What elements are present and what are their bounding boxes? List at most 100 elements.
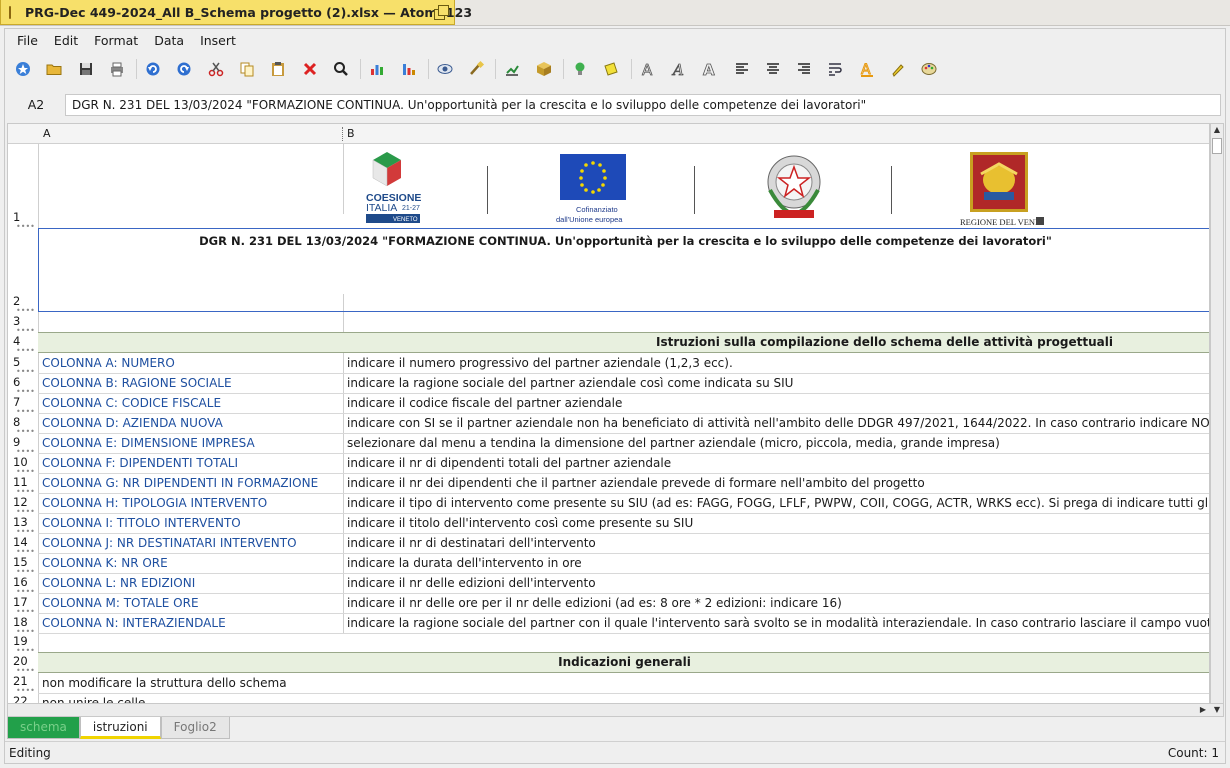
row-header-15[interactable]: 15 •••• — [8, 555, 38, 576]
tag-icon[interactable] — [599, 57, 623, 81]
row-header-18[interactable]: 18 •••• — [8, 615, 38, 636]
row-header-7[interactable]: 7 •••• — [8, 395, 38, 416]
cell-b16[interactable]: indicare il nr delle edizioni dell'inter… — [344, 573, 1209, 593]
tab-istruzioni[interactable]: istruzioni — [79, 717, 161, 739]
tab-schema[interactable]: schema — [7, 717, 80, 739]
redo-icon[interactable] — [172, 57, 196, 81]
package-icon[interactable] — [532, 57, 556, 81]
new-icon[interactable] — [11, 57, 35, 81]
cell-b18[interactable]: indicare la ragione sociale del partner … — [344, 613, 1209, 633]
cell-a21[interactable]: non modificare la struttura dello schema — [39, 673, 1209, 693]
scroll-down-icon[interactable]: ▼ — [1211, 704, 1223, 716]
row-header-20[interactable]: 20 •••• — [8, 654, 38, 675]
row-header-19[interactable]: 19 •••• — [8, 634, 38, 655]
cell-a9[interactable]: COLONNA E: DIMENSIONE IMPRESA — [39, 433, 342, 453]
row-header-21[interactable]: 21 •••• — [8, 674, 38, 695]
row-header-14[interactable]: 14 •••• — [8, 535, 38, 556]
cell-a16[interactable]: COLONNA L: NR EDIZIONI — [39, 573, 342, 593]
cell-b7[interactable]: indicare il codice fiscale del partner a… — [344, 393, 1209, 413]
menu-edit[interactable]: Edit — [46, 33, 86, 48]
cell-b13[interactable]: indicare il titolo dell'intervento così … — [344, 513, 1209, 533]
cell-a5[interactable]: COLONNA A: NUMERO — [39, 353, 342, 373]
palette-icon[interactable] — [917, 57, 941, 81]
highlight-icon[interactable] — [886, 57, 910, 81]
font-bold-outline-icon[interactable]: A — [698, 57, 722, 81]
cut-icon[interactable] — [204, 57, 228, 81]
view-icon[interactable] — [433, 57, 457, 81]
row-header-12[interactable]: 12 •••• — [8, 495, 38, 516]
align-left-icon[interactable] — [730, 57, 754, 81]
brush-icon[interactable] — [464, 57, 488, 81]
chart-icon[interactable] — [365, 57, 389, 81]
cell-a12[interactable]: COLONNA H: TIPOLOGIA INTERVENTO — [39, 493, 342, 513]
cell-b5[interactable]: indicare il numero progressivo del partn… — [344, 353, 1209, 373]
scroll-right-icon[interactable]: ▶ — [1197, 704, 1209, 716]
cell-b12[interactable]: indicare il tipo di intervento come pres… — [344, 493, 1209, 513]
row-header-16[interactable]: 16 •••• — [8, 575, 38, 596]
bulb-icon[interactable] — [568, 57, 592, 81]
print-icon[interactable] — [105, 57, 129, 81]
cell-b15[interactable]: indicare la durata dell'intervento in or… — [344, 553, 1209, 573]
cell-a13[interactable]: COLONNA I: TITOLO INTERVENTO — [39, 513, 342, 533]
menu-data[interactable]: Data — [146, 33, 192, 48]
align-center-icon[interactable] — [761, 57, 785, 81]
italic-font-icon[interactable]: A — [667, 57, 691, 81]
cell-a14[interactable]: COLONNA J: NR DESTINATARI INTERVENTO — [39, 533, 342, 553]
instructions-header[interactable]: Istruzioni sulla compilazione dello sche… — [38, 332, 1209, 353]
cell-a10[interactable]: COLONNA F: DIPENDENTI TOTALI — [39, 453, 342, 473]
cell-reference[interactable]: A2 — [11, 94, 61, 116]
cell-b9[interactable]: selezionare dal menu a tendina la dimens… — [344, 433, 1209, 453]
cell-a8[interactable]: COLONNA D: AZIENDA NUOVA — [39, 413, 342, 433]
cell-b11[interactable]: indicare il nr dei dipendenti che il par… — [344, 473, 1209, 493]
row-header-2[interactable]: 2 •••• — [8, 294, 38, 315]
text-color-icon[interactable]: A — [855, 57, 879, 81]
cell-b17[interactable]: indicare il nr delle ore per il nr delle… — [344, 593, 1209, 613]
copy-icon[interactable] — [235, 57, 259, 81]
column-header-b[interactable]: B — [343, 124, 355, 144]
row-header-1[interactable]: 1 •••• — [8, 210, 38, 231]
window-title-tab[interactable]: PRG-Dec 449-2024_All B_Schema progetto (… — [0, 0, 472, 25]
wrap-icon[interactable] — [823, 57, 847, 81]
vertical-scrollbar[interactable]: ▲ ▼ — [1210, 123, 1224, 715]
menu-insert[interactable]: Insert — [192, 33, 244, 48]
menu-format[interactable]: Format — [86, 33, 146, 48]
scroll-up-icon[interactable]: ▲ — [1211, 124, 1223, 136]
row-header-11[interactable]: 11 •••• — [8, 475, 38, 496]
menu-file[interactable]: File — [9, 33, 46, 48]
spreadsheet-grid[interactable]: A B 1•••• COESIONE ITALIA 21-27 VENETO — [7, 123, 1210, 715]
cell-b10[interactable]: indicare il nr di dipendenti totali del … — [344, 453, 1209, 473]
paste-icon[interactable] — [266, 57, 290, 81]
cell-b8[interactable]: indicare con SI se il partner aziendale … — [344, 413, 1209, 433]
find-icon[interactable] — [329, 57, 353, 81]
row-header-8[interactable]: 8 •••• — [8, 415, 38, 436]
cell-b14[interactable]: indicare il nr di destinatari dell'inter… — [344, 533, 1209, 553]
undo-icon[interactable] — [141, 57, 165, 81]
cell-a11[interactable]: COLONNA G: NR DIPENDENTI IN FORMAZIONE — [39, 473, 342, 493]
row-header-3[interactable]: 3 •••• — [8, 314, 38, 335]
cell-b6[interactable]: indicare la ragione sociale del partner … — [344, 373, 1209, 393]
cell-a18[interactable]: COLONNA N: INTERAZIENDALE — [39, 613, 342, 633]
horizontal-scrollbar[interactable]: ▶ ▼ — [7, 703, 1224, 717]
open-icon[interactable] — [42, 57, 66, 81]
general-indications-header[interactable]: Indicazioni generali — [38, 652, 1209, 673]
row-header-4[interactable]: 4 •••• — [8, 334, 38, 355]
font-outline-icon[interactable]: A — [636, 57, 660, 81]
cell-a6[interactable]: COLONNA B: RAGIONE SOCIALE — [39, 373, 342, 393]
cell-a15[interactable]: COLONNA K: NR ORE — [39, 553, 342, 573]
cell-a17[interactable]: COLONNA M: TOTALE ORE — [39, 593, 342, 613]
sort-icon[interactable] — [500, 57, 524, 81]
cell-a7[interactable]: COLONNA C: CODICE FISCALE — [39, 393, 342, 413]
row-header-17[interactable]: 17 •••• — [8, 595, 38, 616]
formula-input[interactable]: DGR N. 231 DEL 13/03/2024 "FORMAZIONE CO… — [65, 94, 1221, 116]
row-header-6[interactable]: 6 •••• — [8, 375, 38, 396]
bar-chart-icon[interactable] — [397, 57, 421, 81]
save-icon[interactable] — [74, 57, 98, 81]
restore-window-icon[interactable] — [434, 5, 449, 20]
delete-icon[interactable] — [298, 57, 322, 81]
row-header-5[interactable]: 5 •••• — [8, 355, 38, 376]
cell-a2-title[interactable]: DGR N. 231 DEL 13/03/2024 "FORMAZIONE CO… — [39, 231, 1209, 251]
row-header-9[interactable]: 9 •••• — [8, 435, 38, 456]
row-header-10[interactable]: 10 •••• — [8, 455, 38, 476]
row-header-13[interactable]: 13 •••• — [8, 515, 38, 536]
tab-foglio2[interactable]: Foglio2 — [160, 717, 230, 739]
